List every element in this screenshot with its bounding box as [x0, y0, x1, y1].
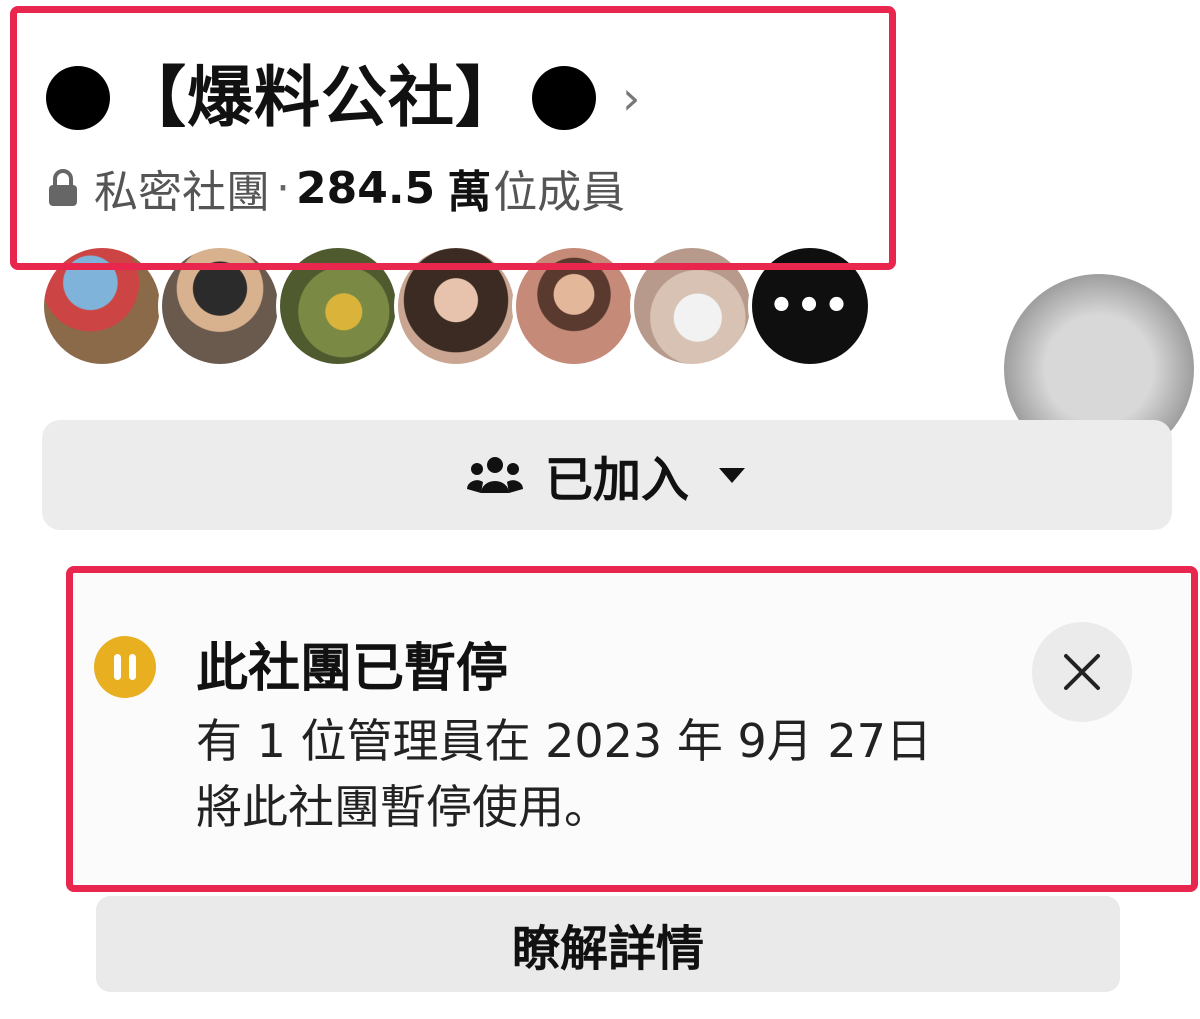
joined-label: 已加入	[544, 452, 689, 508]
learn-more-button[interactable]: 瞭解詳情	[96, 896, 1120, 992]
learn-more-label: 瞭解詳情	[511, 921, 704, 977]
caret-down-icon	[719, 468, 745, 483]
group-icon	[466, 457, 523, 493]
highlight-box-notice	[66, 566, 1198, 892]
joined-button[interactable]: 已加入	[42, 420, 1172, 530]
highlight-box-header	[10, 6, 896, 270]
more-icon: •••	[768, 283, 852, 329]
